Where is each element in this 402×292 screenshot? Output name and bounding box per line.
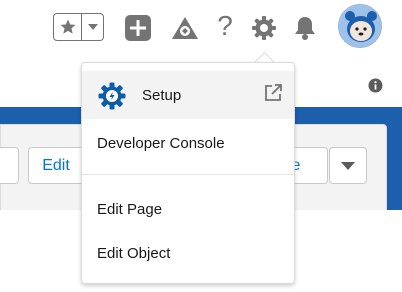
favorites-menu-button[interactable] (82, 14, 103, 40)
info-button[interactable] (368, 78, 383, 93)
global-header: ? (0, 0, 402, 56)
partial-action-button[interactable] (0, 147, 19, 184)
menu-item-edit-object-label: Edit Object (97, 244, 171, 262)
help-icon: ? (217, 10, 233, 41)
astro-avatar-icon (339, 5, 381, 47)
gear-icon (252, 16, 276, 40)
trailhead-button[interactable] (171, 14, 199, 42)
menu-item-setup-label: Setup (142, 86, 182, 104)
chevron-down-icon (341, 161, 355, 170)
gear-icon (98, 82, 126, 110)
favorites-star-button[interactable] (54, 14, 82, 40)
favorites-button-group (53, 13, 104, 41)
setup-menu: Setup Developer Console Edit Page Edit O… (81, 62, 295, 284)
menu-item-developer-console[interactable]: Developer Console (82, 123, 294, 163)
edit-button-label: Edit (42, 156, 70, 174)
chevron-down-icon (87, 24, 98, 30)
help-button[interactable]: ? (211, 10, 239, 41)
plus-icon (125, 15, 151, 41)
menu-item-edit-page[interactable]: Edit Page (82, 189, 294, 229)
edit-button[interactable]: Edit (28, 147, 84, 184)
menu-divider (82, 174, 294, 175)
trailhead-icon (172, 17, 198, 39)
user-avatar-button[interactable] (338, 4, 382, 48)
star-icon (60, 19, 75, 34)
menu-item-edit-page-label: Edit Page (97, 200, 163, 218)
more-actions-button[interactable] (329, 147, 367, 184)
global-actions-button[interactable] (124, 14, 152, 42)
notifications-button[interactable] (291, 14, 319, 42)
info-icon (368, 78, 383, 93)
external-link-icon (265, 84, 282, 101)
menu-item-edit-object[interactable]: Edit Object (82, 233, 294, 273)
setup-button[interactable] (250, 14, 278, 42)
bell-icon (295, 17, 315, 40)
menu-item-developer-console-label: Developer Console (97, 134, 225, 152)
menu-item-setup[interactable]: Setup (82, 71, 294, 119)
